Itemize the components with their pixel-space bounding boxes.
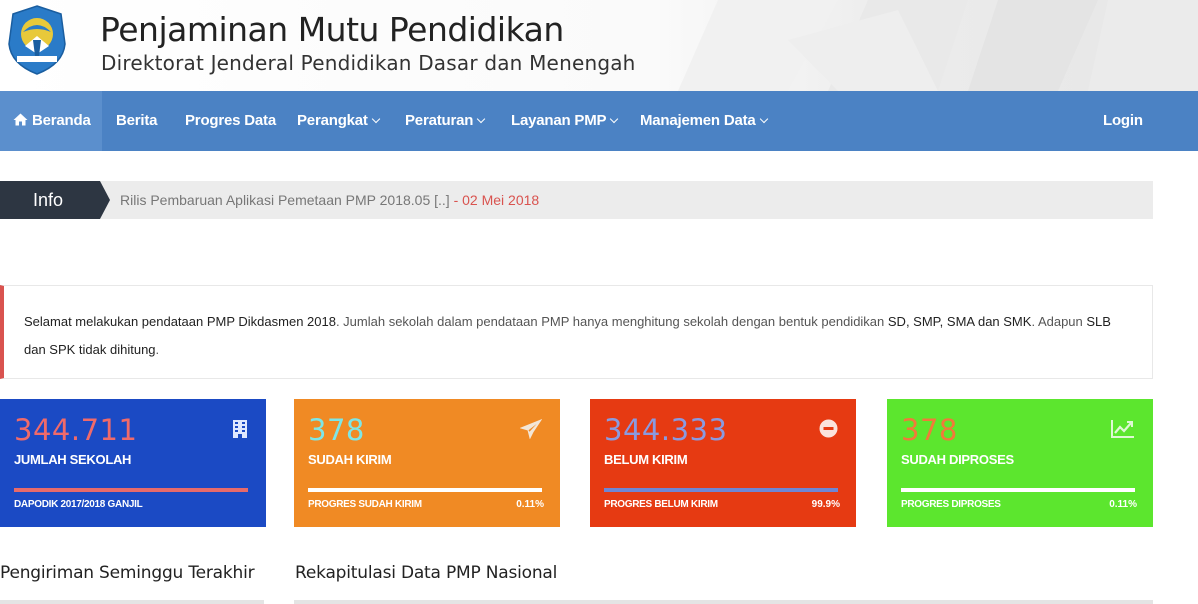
nav-item-manajemen-data[interactable]: Manajemen Data	[640, 91, 768, 151]
notice-text-2: . Adapun	[1031, 314, 1087, 329]
header-background-pattern	[678, 0, 1198, 91]
info-ticker: Info Rilis Pembaruan Aplikasi Pemetaan P…	[0, 181, 1153, 219]
stat-progress-bar	[14, 488, 248, 492]
chevron-down-icon	[759, 114, 768, 124]
notice-text-3: .	[155, 342, 160, 357]
info-arrow	[100, 181, 110, 219]
nav-label-perangkat: Perangkat	[297, 112, 368, 129]
stat-card-sudah-kirim[interactable]: 378 SUDAH KIRIM PROGRES SUDAH KIRIM 0.11…	[294, 399, 560, 527]
tut-wuri-handayani-logo[interactable]	[3, 4, 71, 76]
notice-bold-2: SD, SMP, SMA dan SMK	[887, 314, 1032, 329]
nav-item-beranda[interactable]: Beranda	[0, 91, 102, 151]
stat-percent: 99.9%	[811, 499, 840, 510]
building-icon	[233, 420, 247, 438]
stat-value: 378	[901, 413, 958, 447]
stat-label: SUDAH DIPROSES	[901, 452, 1014, 467]
stat-card-belum-kirim[interactable]: 344.333 BELUM KIRIM PROGRES BELUM KIRIM …	[590, 399, 856, 527]
notice-text: Selamat melakukan pendataan PMP Dikdasme…	[24, 308, 1124, 364]
minus-circle-icon	[819, 419, 838, 438]
line-chart-icon	[1111, 420, 1134, 438]
site-header: Penjaminan Mutu Pendidikan Direktorat Je…	[0, 0, 1198, 91]
stat-progress-bar	[308, 488, 542, 492]
section-divider	[294, 600, 1153, 604]
stat-label: BELUM KIRIM	[604, 452, 688, 467]
stat-footer: PROGRES DIPROSES	[901, 499, 1001, 510]
section-title-recap: Rekapitulasi Data PMP Nasional	[295, 563, 558, 583]
stat-percent: 0.11%	[516, 499, 544, 510]
stat-card-jumlah-sekolah[interactable]: 344.711 JUMLAH SEKOLAH DAPODIK 2017/2018…	[0, 399, 266, 527]
nav-item-peraturan[interactable]: Peraturan	[405, 91, 486, 151]
stat-value: 378	[308, 413, 365, 447]
nav-item-berita[interactable]: Berita	[116, 91, 158, 151]
chevron-down-icon	[371, 114, 380, 124]
info-news-link[interactable]: Rilis Pembaruan Aplikasi Pemetaan PMP 20…	[120, 181, 539, 219]
stat-footer: PROGRES BELUM KIRIM	[604, 499, 718, 510]
nav-item-perangkat[interactable]: Perangkat	[297, 91, 380, 151]
nav-label-manajemen-data: Manajemen Data	[640, 112, 756, 129]
login-link[interactable]: Login	[1103, 91, 1143, 151]
info-news-date: - 02 Mei 2018	[449, 192, 540, 208]
nav-label-layanan-pmp: Layanan PMP	[511, 112, 607, 129]
stat-card-sudah-diproses[interactable]: 378 SUDAH DIPROSES PROGRES DIPROSES 0.11…	[887, 399, 1153, 527]
nav-label-berita: Berita	[116, 112, 158, 129]
stat-footer: PROGRES SUDAH KIRIM	[308, 499, 422, 510]
stat-progress-bar	[901, 488, 1135, 492]
home-icon	[13, 113, 28, 126]
nav-label-progres-data: Progres Data	[185, 112, 276, 129]
notice-bold-1: Selamat melakukan pendataan PMP Dikdasme…	[24, 314, 336, 329]
nav-label-peraturan: Peraturan	[405, 112, 474, 129]
site-title: Penjaminan Mutu Pendidikan	[100, 10, 564, 49]
stat-value: 344.333	[604, 413, 728, 447]
stat-percent: 0.11%	[1109, 499, 1137, 510]
stat-value: 344.711	[14, 413, 138, 447]
notice-text-1: . Jumlah sekolah dalam pendataan PMP han…	[335, 314, 888, 329]
stat-label: SUDAH KIRIM	[308, 452, 392, 467]
stat-footer: DAPODIK 2017/2018 GANJIL	[14, 499, 143, 510]
nav-item-layanan-pmp[interactable]: Layanan PMP	[511, 91, 619, 151]
site-subtitle: Direktorat Jenderal Pendidikan Dasar dan…	[101, 51, 636, 75]
info-label: Info	[0, 181, 100, 219]
nav-item-progres-data[interactable]: Progres Data	[185, 91, 276, 151]
login-label: Login	[1103, 112, 1143, 129]
info-news-text: Rilis Pembaruan Aplikasi Pemetaan PMP 20…	[120, 192, 450, 208]
chevron-down-icon	[476, 114, 486, 124]
section-title-weekly: Pengiriman Seminggu Terakhir	[0, 563, 255, 583]
stat-progress-fill	[14, 488, 248, 492]
nav-label-beranda: Beranda	[32, 112, 91, 129]
paper-plane-icon	[520, 419, 542, 439]
notice-alert: Selamat melakukan pendataan PMP Dikdasme…	[0, 285, 1153, 379]
stat-label: JUMLAH SEKOLAH	[14, 452, 132, 467]
stat-progress-bar	[604, 488, 838, 492]
stat-progress-fill	[604, 488, 838, 492]
main-navbar: Beranda Berita Progres Data Perangkat Pe…	[0, 91, 1198, 151]
section-divider	[0, 600, 264, 604]
chevron-down-icon	[610, 114, 619, 124]
